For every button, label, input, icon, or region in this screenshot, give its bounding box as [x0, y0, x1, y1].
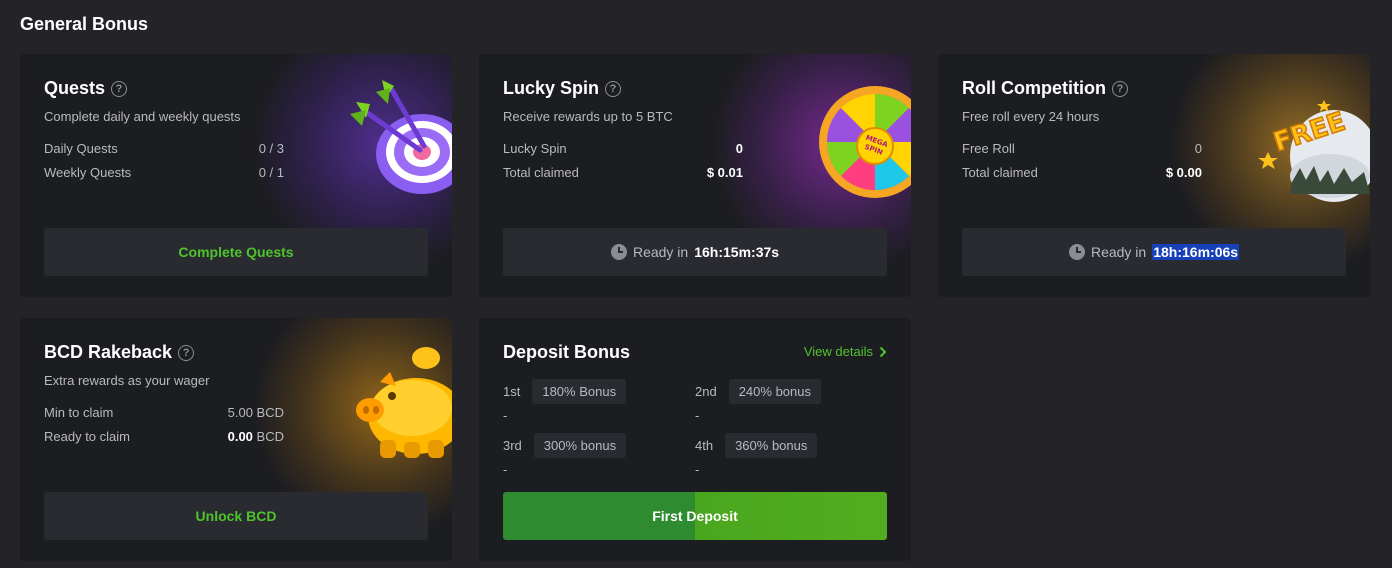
deposit-tier-4: 4th 360% bonus [695, 433, 818, 458]
stat-label: Min to claim [44, 405, 114, 420]
stat-value: 0 [735, 141, 743, 156]
target-icon [350, 80, 452, 194]
stat-row-weekly: Weekly Quests 0 / 1 [44, 165, 284, 180]
unlock-bcd-button[interactable]: Unlock BCD [44, 492, 428, 540]
ready-label: Ready in [1090, 244, 1147, 260]
stat-value: $ 0.00 [1165, 165, 1202, 180]
stat-row-daily: Daily Quests 0 / 3 [44, 141, 284, 156]
tier-label: 4th [695, 438, 714, 453]
lucky-spin-card: MEGA SPIN Lucky Spin ? Receive rewards u… [479, 54, 911, 297]
first-deposit-button[interactable]: First Deposit [503, 492, 887, 540]
tier-status: - [695, 462, 700, 477]
tier-status: - [503, 408, 508, 423]
quests-card: Quests ? Complete daily and weekly quest… [20, 54, 452, 297]
lucky-spin-title: Lucky Spin [503, 78, 600, 98]
deposit-title: Deposit Bonus [503, 342, 631, 362]
view-details-label: View details [803, 344, 873, 359]
help-icon[interactable]: ? [178, 344, 195, 361]
tier-label: 3rd [503, 438, 522, 453]
stat-label: Ready to claim [44, 429, 130, 444]
stat-row-free-roll: Free Roll 0 [962, 141, 1202, 156]
tier-label: 1st [503, 384, 521, 399]
stat-row-total-claimed: Total claimed $ 0.01 [503, 165, 743, 180]
free-egg-icon: FREE [1258, 100, 1370, 202]
tier-bonus-badge: 180% Bonus [532, 379, 627, 404]
lucky-spin-subtitle: Receive rewards up to 5 BTC [503, 109, 673, 124]
roll-subtitle: Free roll every 24 hours [962, 109, 1100, 124]
stat-row-ready-to-claim: Ready to claim 0.00 BCD [44, 429, 284, 444]
stat-label: Weekly Quests [44, 165, 132, 180]
clock-icon [610, 244, 627, 260]
tier-status: - [695, 408, 700, 423]
stat-label: Lucky Spin [503, 141, 567, 156]
piggy-bank-icon [356, 347, 452, 458]
deposit-tier-3: 3rd 300% bonus [503, 433, 627, 458]
stat-label: Free Roll [962, 141, 1015, 156]
help-icon[interactable]: ? [605, 80, 622, 97]
stat-value-number: 0.00 [227, 429, 253, 444]
ready-time: 16h:15m:37s [694, 244, 780, 260]
tier-status: - [503, 462, 508, 477]
deposit-tier-2: 2nd 240% bonus [695, 379, 821, 404]
rakeback-card: BCD Rakeback ? Extra rewards as your wag… [20, 318, 452, 561]
complete-quests-button[interactable]: Complete Quests [44, 228, 428, 276]
roll-ready-button[interactable]: Ready in 18h:16m:06s [962, 228, 1346, 276]
stat-row-lucky-spin: Lucky Spin 0 [503, 141, 743, 156]
help-icon[interactable]: ? [1111, 80, 1128, 97]
lucky-spin-ready-button[interactable]: Ready in 16h:15m:37s [503, 228, 887, 276]
spin-wheel-icon: MEGA SPIN [819, 86, 911, 198]
stat-value: 0.00 BCD [228, 429, 284, 444]
stat-label: Daily Quests [44, 141, 118, 156]
view-details-link[interactable]: View details [804, 344, 887, 359]
deposit-bonus-card: Deposit Bonus View details 1st 180% Bonu… [479, 318, 911, 561]
roll-competition-card: FREE Roll Competition ? Free roll every … [938, 54, 1370, 297]
rakeback-title: BCD Rakeback [44, 342, 173, 362]
rakeback-subtitle: Extra rewards as your wager [44, 373, 210, 388]
quests-subtitle: Complete daily and weekly quests [44, 109, 241, 124]
tier-bonus-badge: 300% bonus [533, 433, 627, 458]
stat-value: 0 / 3 [258, 141, 284, 156]
ready-label: Ready in [632, 244, 689, 260]
stat-value: $ 0.01 [706, 165, 743, 180]
tier-label: 2nd [695, 384, 717, 399]
quests-title: Quests [44, 78, 106, 98]
tier-bonus-badge: 360% bonus [725, 433, 818, 458]
stat-row-min-to-claim: Min to claim 5.00 BCD [44, 405, 284, 420]
chevron-right-icon [879, 346, 887, 357]
stat-value: 0 / 1 [258, 165, 284, 180]
roll-title: Roll Competition [962, 78, 1106, 98]
stat-value-unit: BCD [256, 429, 284, 444]
clock-icon [1068, 244, 1085, 260]
ready-time: 18h:16m:06s [1152, 244, 1240, 260]
help-icon[interactable]: ? [111, 80, 128, 97]
tier-bonus-badge: 240% bonus [728, 379, 821, 404]
stat-row-total-claimed: Total claimed $ 0.00 [962, 165, 1202, 180]
deposit-tier-1: 1st 180% Bonus [503, 379, 627, 404]
stat-label: Total claimed [503, 165, 579, 180]
stat-label: Total claimed [962, 165, 1038, 180]
stat-value: 5.00 BCD [227, 405, 284, 420]
stat-value: 0 [1194, 141, 1202, 156]
section-title: General Bonus [20, 14, 149, 34]
